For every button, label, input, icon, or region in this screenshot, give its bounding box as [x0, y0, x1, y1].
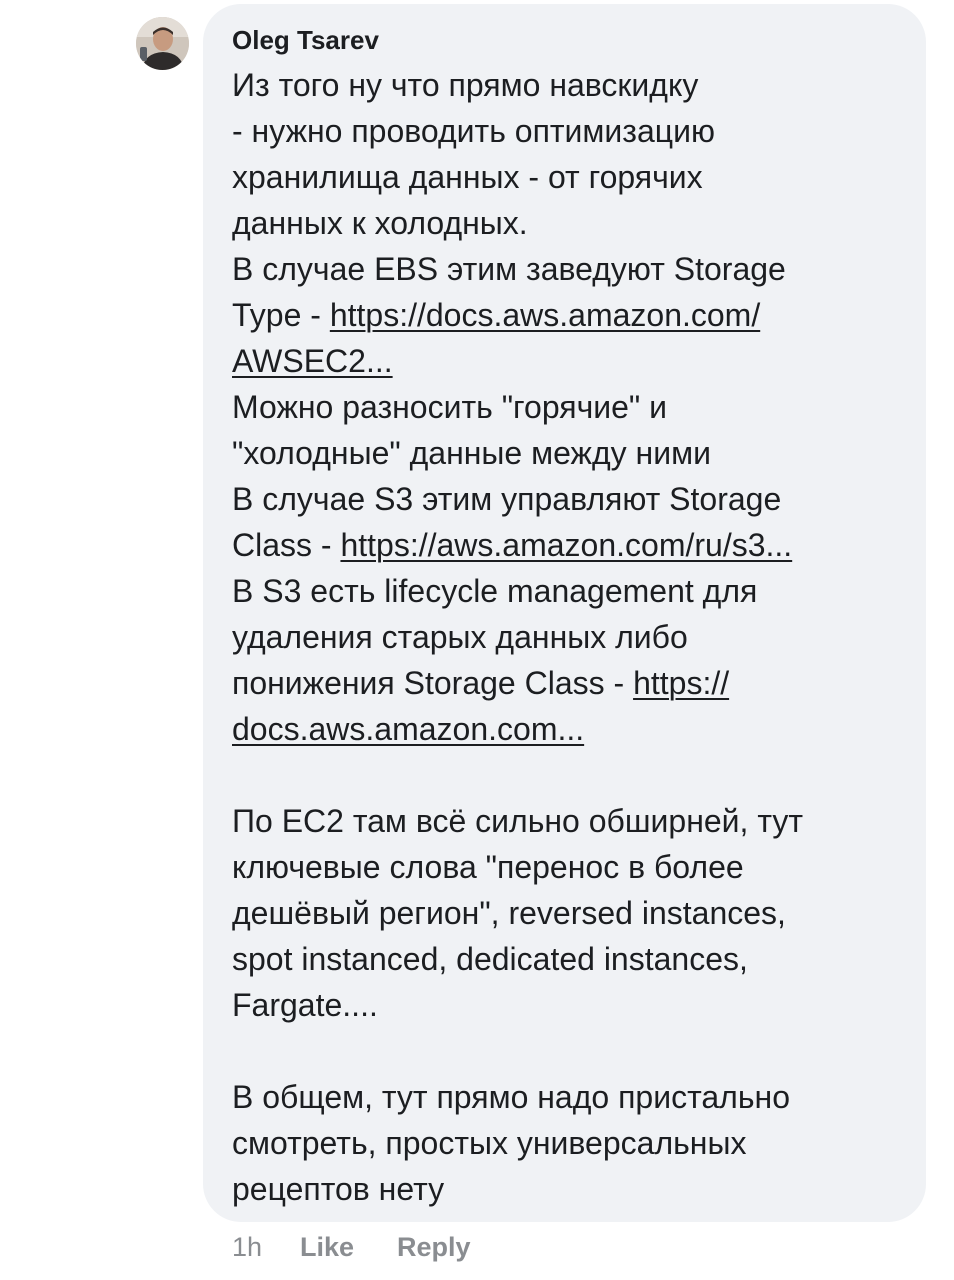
comment-line: Fargate....: [232, 987, 378, 1023]
comment-text: понижения Storage Class -: [232, 665, 634, 701]
comment-line: смотреть, простых универсальных: [232, 1125, 747, 1161]
comment-blank-line: [232, 1028, 922, 1074]
comment-line: spot instanced, dedicated instances,: [232, 941, 748, 977]
comment-line: удаления старых данных либо: [232, 619, 688, 655]
comment-line: данных к холодных.: [232, 205, 528, 241]
ebs-storage-link-continued[interactable]: AWSEC2...: [232, 343, 393, 379]
comment-blank-line: [232, 752, 922, 798]
comment-line: В общем, тут прямо надо пристально: [232, 1079, 790, 1115]
comment-line-with-link: Type - https://docs.aws.amazon.com/: [232, 292, 922, 338]
comment-line: По EC2 там всё сильно обширней, тут: [232, 803, 803, 839]
comment-text: Class -: [232, 527, 341, 563]
comment-line: - нужно проводить оптимизацию: [232, 113, 715, 149]
comment-timestamp[interactable]: 1h: [232, 1229, 262, 1265]
comment-line-with-link: понижения Storage Class - https://: [232, 660, 922, 706]
comment-line: В случае S3 этим управляют Storage: [232, 481, 782, 517]
avatar[interactable]: [136, 17, 189, 70]
like-button[interactable]: Like: [300, 1229, 354, 1265]
comment-text: Type -: [232, 297, 330, 333]
comment-author[interactable]: Oleg Tsarev: [232, 24, 379, 56]
comment-body: Из того ну что прямо навскидку - нужно п…: [232, 62, 922, 1212]
lifecycle-link[interactable]: https://: [633, 665, 729, 701]
ebs-storage-link[interactable]: https://docs.aws.amazon.com/: [330, 297, 760, 333]
comment-line: Можно разносить "горячие" и: [232, 389, 668, 425]
reply-button[interactable]: Reply: [397, 1229, 471, 1265]
comment-line: Из того ну что прямо навскидку: [232, 67, 699, 103]
avatar-photo-icon: [136, 17, 189, 70]
comment-line: "холодные" данные между ними: [232, 435, 711, 471]
lifecycle-link-continued[interactable]: docs.aws.amazon.com...: [232, 711, 584, 747]
comment-line: дешёвый регион", reversed instances,: [232, 895, 786, 931]
s3-storage-class-link[interactable]: https://aws.amazon.com/ru/s3...: [340, 527, 792, 563]
comment-line: В S3 есть lifecycle management для: [232, 573, 758, 609]
comment-line: хранилища данных - от горячих: [232, 159, 703, 195]
comment-line: В случае EBS этим заведуют Storage: [232, 251, 786, 287]
comment-line: ключевые слова "перенос в более: [232, 849, 744, 885]
comment-line-with-link: docs.aws.amazon.com...: [232, 706, 922, 752]
comment-line-with-link: Class - https://aws.amazon.com/ru/s3...: [232, 522, 922, 568]
comment-line-with-link: AWSEC2...: [232, 338, 922, 384]
comment-line: рецептов нету: [232, 1171, 445, 1207]
